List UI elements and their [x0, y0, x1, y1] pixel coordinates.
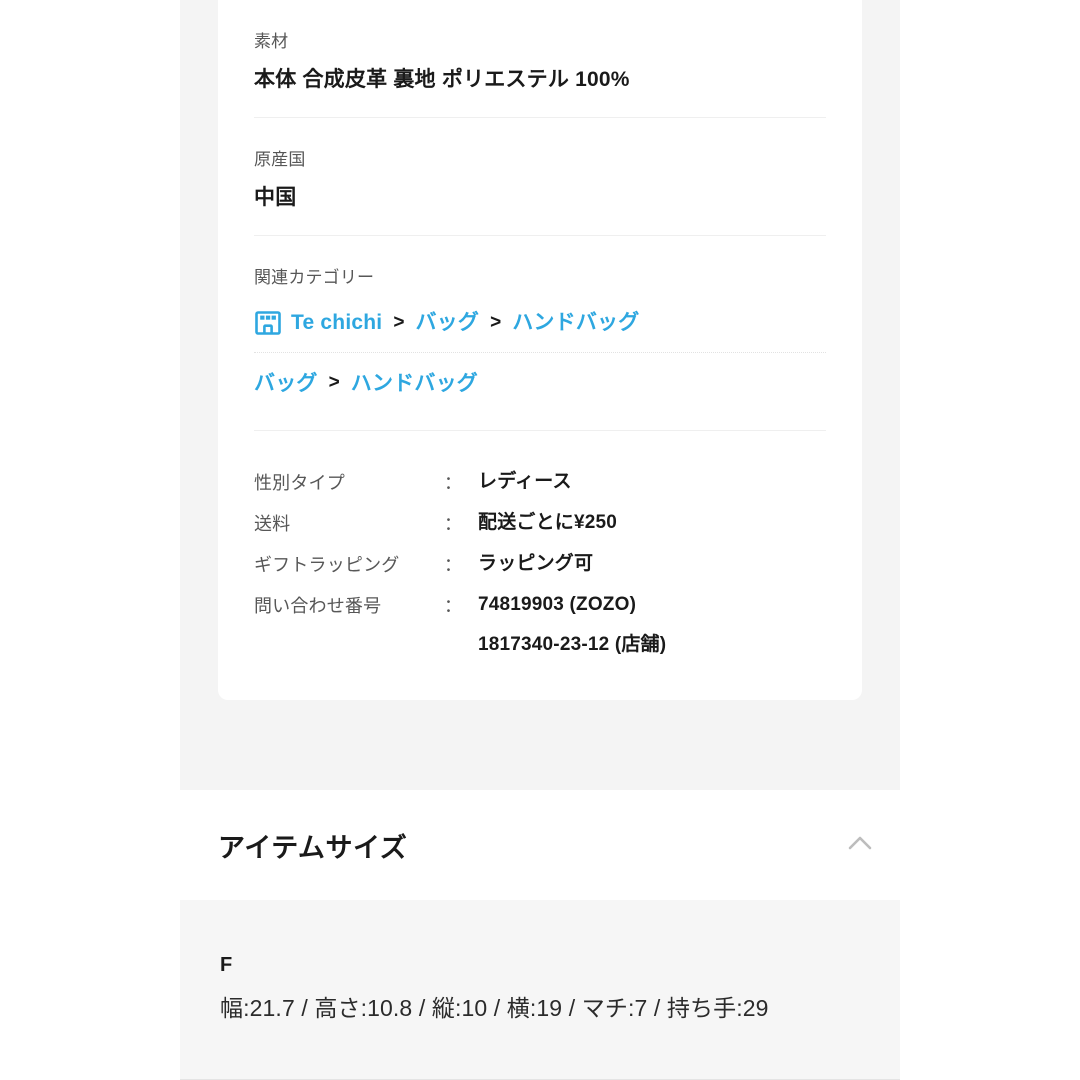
attribute-value: 本体 合成皮革 裏地 ポリエステル 100%: [254, 67, 630, 91]
item-size-header[interactable]: アイテムサイズ: [0, 790, 1080, 900]
table-row: 問い合わせ番号 ： 74819903 (ZOZO) 1817340-23-12 …: [254, 592, 666, 672]
spec-value: ラッピング可: [478, 553, 594, 575]
attribute-label: 素材: [254, 32, 289, 51]
spec-value: レディース: [478, 471, 572, 493]
spec-key: 性別タイプ: [254, 473, 345, 494]
spec-key: ギフトラッピング: [254, 555, 400, 576]
spec-colon: ：: [444, 555, 462, 576]
shop-icon: [254, 309, 282, 337]
attribute-material: 素材 本体 合成皮革 裏地 ポリエステル 100%: [254, 0, 826, 119]
breadcrumb-separator: >: [393, 311, 405, 333]
breadcrumb-brand: Te chichi > バッグ > ハンドバッグ: [254, 290, 826, 353]
product-info-card: 素材 本体 合成皮革 裏地 ポリエステル 100% 原産国 中国 関連カテゴリー: [218, 0, 862, 700]
item-size-panel: F 幅:21.7 / 高さ:10.8 / 縦:10 / 横:19 / マチ:7 …: [180, 900, 900, 1080]
inquiry-number-store: 1817340-23-12 (店舗): [478, 633, 667, 655]
product-spec-table: 性別タイプ ： レディース 送料 ： 配送ごとに¥250 ギフトラッピング ： …: [254, 469, 666, 672]
attribute-value: 中国: [254, 186, 297, 210]
spec-value: 配送ごとに¥250: [478, 512, 617, 534]
breadcrumb-link-subcategory[interactable]: ハンドバッグ: [512, 308, 639, 337]
breadcrumb-link-brand[interactable]: Te chichi: [291, 308, 382, 337]
related-category-label: 関連カテゴリー: [254, 268, 375, 288]
breadcrumb-link-category[interactable]: バッグ: [415, 308, 479, 337]
spec-colon: ：: [444, 596, 462, 617]
breadcrumb-separator: >: [490, 311, 502, 333]
item-size-title: アイテムサイズ: [218, 832, 408, 863]
size-name: F: [220, 954, 233, 976]
attribute-origin-country: 原産国 中国: [254, 118, 826, 237]
related-category-section: 関連カテゴリー Te chichi > バッグ > ハンドバッグ バッグ > ハ…: [254, 236, 826, 432]
size-dimensions: 幅:21.7 / 高さ:10.8 / 縦:10 / 横:19 / マチ:7 / …: [220, 995, 769, 1021]
table-row: 送料 ： 配送ごとに¥250: [254, 510, 666, 551]
inquiry-number-zozo: 74819903 (ZOZO): [478, 594, 637, 616]
section-divider: [254, 430, 826, 432]
product-detail-page: 素材 本体 合成皮革 裏地 ポリエステル 100% 原産国 中国 関連カテゴリー: [0, 0, 1080, 1080]
spec-colon: ：: [444, 514, 462, 535]
breadcrumb-category: バッグ > ハンドバッグ: [254, 353, 826, 402]
item-size-section: アイテムサイズ F 幅:21.7 / 高さ:10.8 / 縦:10 / 横:19…: [0, 790, 1080, 1080]
spec-key: 送料: [254, 514, 291, 535]
spec-value-inquiry: 74819903 (ZOZO) 1817340-23-12 (店舗): [478, 592, 666, 672]
breadcrumb-link-subcategory[interactable]: ハンドバッグ: [351, 369, 478, 398]
chevron-up-icon: [844, 828, 876, 863]
spec-colon: ：: [444, 473, 462, 494]
item-size-toggle-button[interactable]: [838, 823, 882, 867]
attribute-label: 原産国: [254, 150, 306, 170]
breadcrumb-link-category[interactable]: バッグ: [254, 369, 318, 398]
table-row: 性別タイプ ： レディース: [254, 469, 666, 510]
spec-key: 問い合わせ番号: [254, 596, 382, 617]
breadcrumb-separator: >: [328, 372, 340, 394]
table-row: ギフトラッピング ： ラッピング可: [254, 551, 666, 592]
